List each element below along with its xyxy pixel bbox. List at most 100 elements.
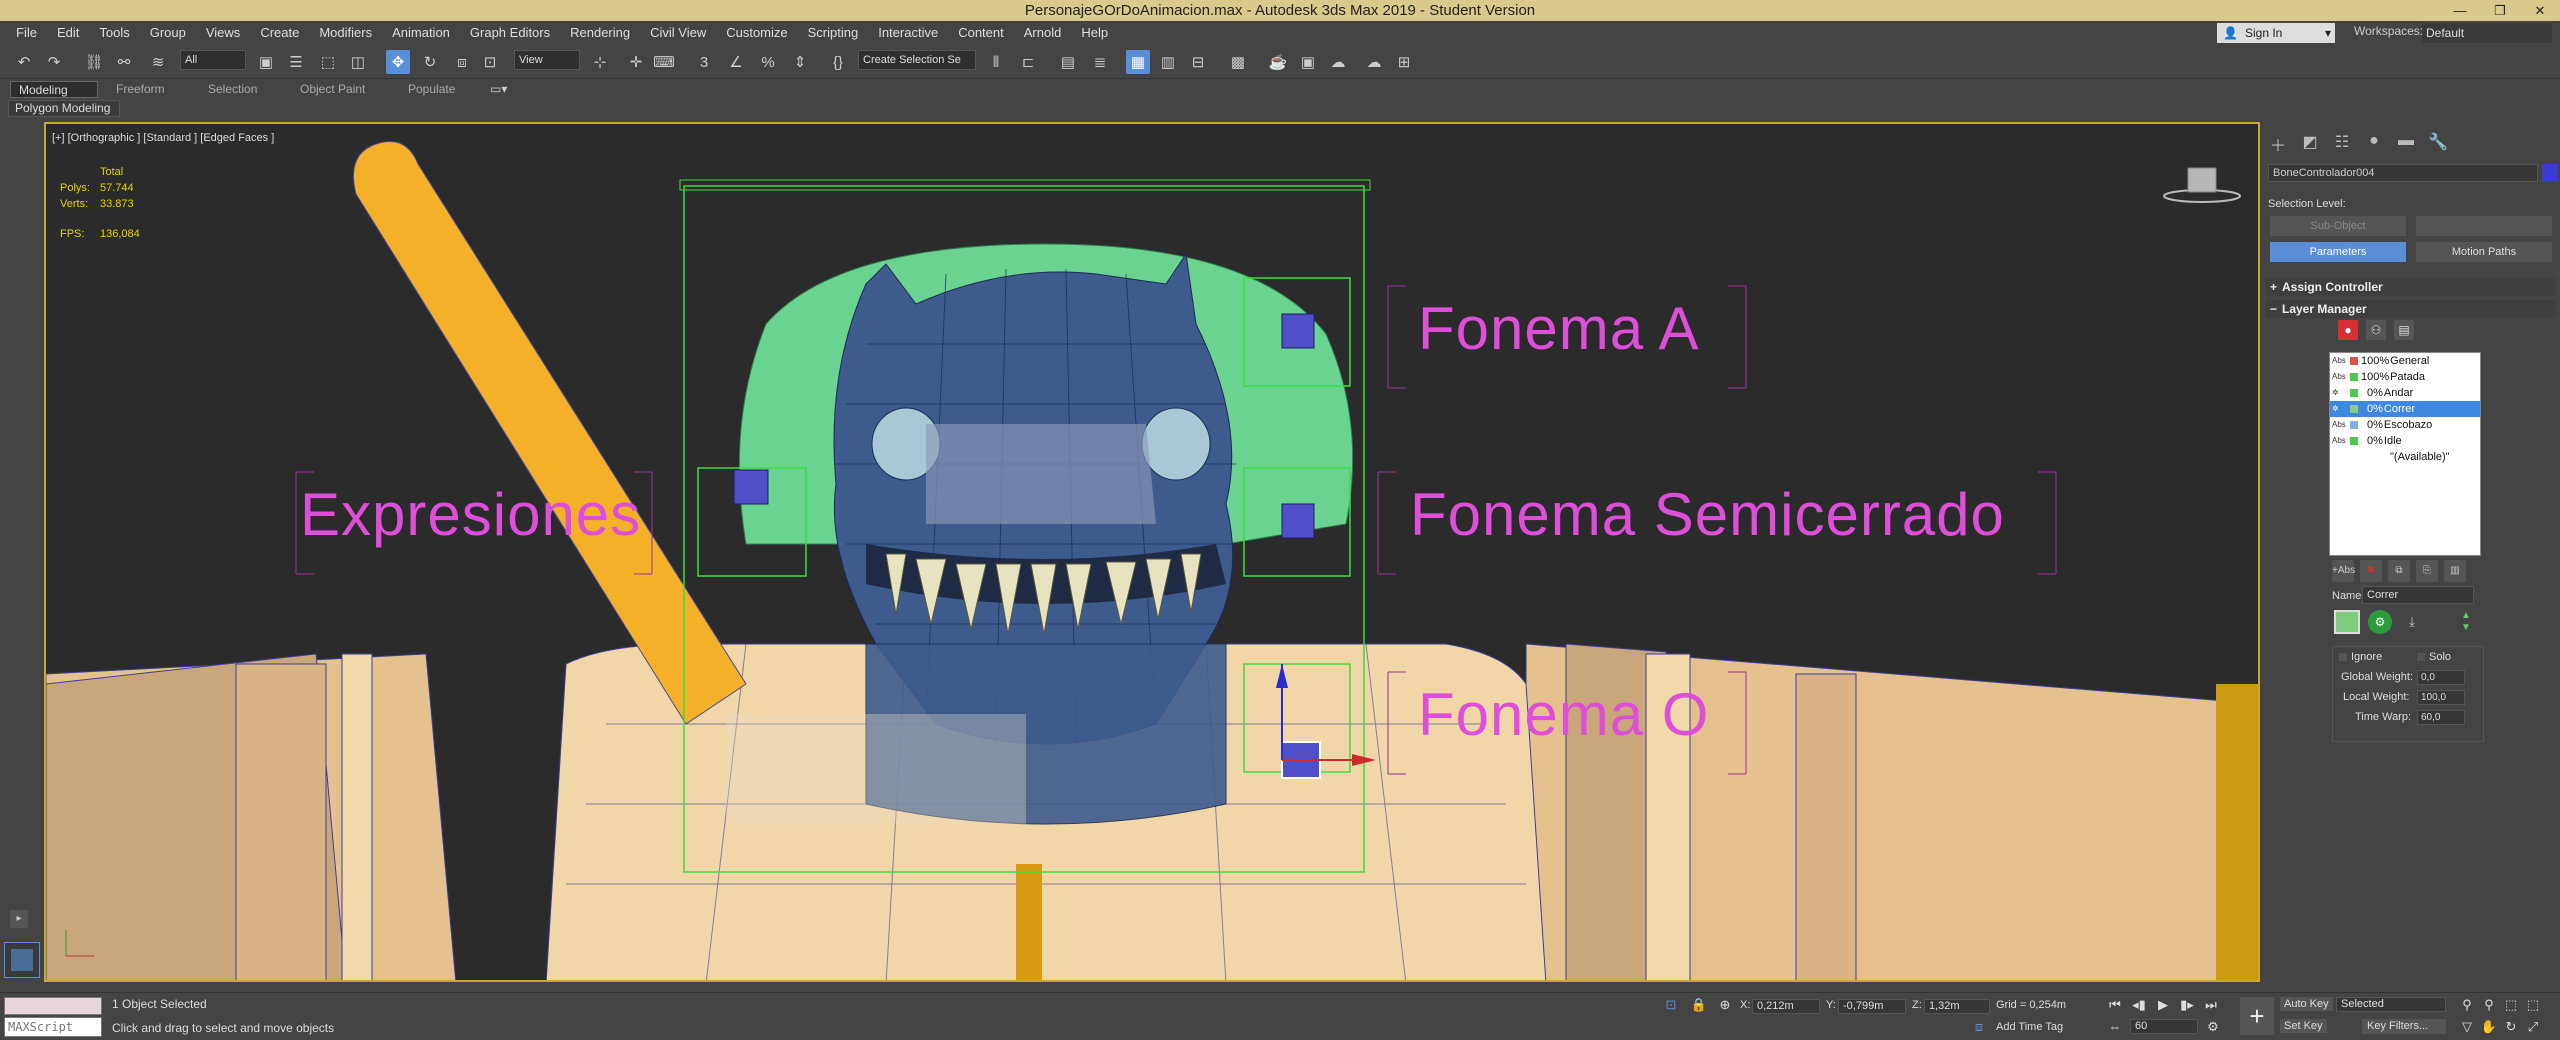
ribbon-options-icon[interactable]: ▭▾ [482, 81, 515, 98]
maxscript-listener-output[interactable] [4, 997, 102, 1015]
scene-explorer-icon[interactable]: ▤ [1056, 50, 1080, 74]
menu-graph-editors[interactable]: Graph Editors [460, 21, 560, 45]
tab-modeling[interactable]: Modeling [10, 81, 98, 98]
snaps-toggle-icon[interactable]: 3 [692, 50, 716, 74]
menu-content[interactable]: Content [948, 21, 1014, 45]
set-key-button[interactable]: Set Key [2280, 1019, 2327, 1033]
menu-file[interactable]: File [6, 21, 47, 45]
render-production-icon[interactable]: ☁ [1326, 50, 1350, 74]
render-iterative-icon[interactable]: ☁ [1362, 50, 1386, 74]
placement-icon[interactable]: ⊡ [478, 50, 502, 74]
select-by-name-icon[interactable]: ☰ [284, 50, 308, 74]
z-coordinate-field[interactable]: 1,32m [1924, 999, 1990, 1014]
layer-row[interactable]: ✲ 0% Andar [2330, 385, 2480, 401]
track-icon[interactable]: ⚙ [2368, 610, 2392, 634]
set-key-big-icon[interactable]: + [2240, 997, 2274, 1035]
anim-layer-toggle-icon[interactable]: ● [2338, 320, 2358, 340]
menu-create[interactable]: Create [250, 21, 309, 45]
zoom-extents-all-icon[interactable]: ⬚ [2524, 997, 2542, 1015]
sign-in-button[interactable]: 👤 Sign In ▾ [2217, 23, 2335, 43]
layer-manager-rollout[interactable]: − Layer Manager [2266, 300, 2556, 318]
menu-rendering[interactable]: Rendering [560, 21, 640, 45]
workspace-select[interactable]: Default [2422, 23, 2552, 43]
undo-icon[interactable]: ↶ [12, 50, 36, 74]
schematic-view-icon[interactable]: ⊟ [1186, 50, 1210, 74]
viewport-label[interactable]: [+] [Orthographic ] [Standard ] [Edged F… [52, 132, 274, 144]
unlink-icon[interactable]: ⚯ [112, 50, 136, 74]
key-mode-icon[interactable]: ⇔ [2106, 1019, 2124, 1037]
load-layer-icon[interactable]: ⤓ [2400, 610, 2424, 634]
maximize-button[interactable]: ❐ [2480, 0, 2520, 21]
select-active-layer-icon[interactable]: ⚇ [2366, 320, 2386, 340]
layer-color-button[interactable] [2334, 610, 2360, 634]
layer-name-input[interactable]: Correr [2362, 586, 2474, 604]
utilities-tab-icon[interactable]: 🔧 [2428, 132, 2448, 152]
add-time-tag[interactable]: Add Time Tag [1996, 1021, 2063, 1033]
edit-named-sets-icon[interactable]: {} [826, 50, 850, 74]
menu-animation[interactable]: Animation [382, 21, 460, 45]
menu-views[interactable]: Views [196, 21, 250, 45]
minimize-button[interactable]: — [2440, 0, 2480, 21]
go-to-start-icon[interactable]: ⏮ [2106, 997, 2124, 1015]
zoom-icon[interactable]: ⚲ [2458, 997, 2476, 1015]
percent-snap-icon[interactable]: % [756, 50, 780, 74]
motion-paths-button[interactable]: Motion Paths [2416, 242, 2552, 262]
layer-row-selected[interactable]: ✲ 0% Correr [2330, 401, 2480, 417]
motion-tab-icon[interactable]: ● [2364, 132, 2384, 152]
time-tag-icon[interactable]: ⧈ [1970, 1019, 1988, 1037]
layer-row[interactable]: Abs 100% Patada [2330, 369, 2480, 385]
keyboard-shortcut-icon[interactable]: ⌨ [652, 50, 676, 74]
redo-icon[interactable]: ↷ [42, 50, 66, 74]
link-icon[interactable]: ⛓ [82, 50, 106, 74]
menu-scripting[interactable]: Scripting [798, 21, 869, 45]
tab-selection[interactable]: Selection [200, 81, 265, 98]
named-selection-set-dropdown[interactable]: Create Selection Se [858, 50, 976, 70]
field-of-view-icon[interactable]: ▽ [2458, 1019, 2476, 1037]
bind-spacewarp-icon[interactable]: ≋ [146, 50, 170, 74]
rect-selection-icon[interactable]: ⬚ [316, 50, 340, 74]
menu-interactive[interactable]: Interactive [868, 21, 948, 45]
layer-explorer-icon[interactable]: ≣ [1088, 50, 1112, 74]
modify-tab-icon[interactable]: ◩ [2300, 132, 2320, 152]
orbit-icon[interactable]: ↻ [2502, 1019, 2520, 1037]
selection-lock-icon[interactable]: 🔒 [1690, 997, 1708, 1015]
sub-object-dropdown[interactable] [2416, 216, 2552, 236]
x-coordinate-field[interactable]: 0,212m [1752, 999, 1820, 1014]
layer-order-arrows-icon[interactable]: ▲ ▼ [2456, 610, 2476, 634]
maximize-viewport-icon[interactable]: ⤢ [2524, 1019, 2542, 1037]
polygon-modeling-panel[interactable]: Polygon Modeling [8, 100, 120, 117]
assign-controller-rollout[interactable]: + Assign Controller [2266, 278, 2556, 296]
current-frame-field[interactable]: 60 [2130, 1019, 2198, 1034]
select-manipulate-icon[interactable]: ✛ [624, 50, 648, 74]
menu-customize[interactable]: Customize [716, 21, 797, 45]
key-filters-button[interactable]: Key Filters... [2362, 1019, 2446, 1034]
key-mode-dropdown[interactable]: Selected [2336, 997, 2446, 1012]
copy-layer-icon[interactable]: ⧉ [2388, 560, 2410, 582]
viewport-layout-icon[interactable] [4, 942, 40, 978]
menu-arnold[interactable]: Arnold [1014, 21, 1072, 45]
expand-arrow-icon[interactable]: ▸ [10, 910, 28, 928]
rendered-frame-window-icon[interactable]: ▣ [1296, 50, 1320, 74]
spinner-snap-icon[interactable]: ⇕ [788, 50, 812, 74]
tab-freeform[interactable]: Freeform [108, 81, 173, 98]
render-in-cloud-icon[interactable]: ⊞ [1392, 50, 1416, 74]
tab-populate[interactable]: Populate [400, 81, 463, 98]
menu-tools[interactable]: Tools [89, 21, 139, 45]
menu-civil-view[interactable]: Civil View [640, 21, 716, 45]
curve-editor-icon[interactable]: ▥ [1156, 50, 1180, 74]
play-icon[interactable]: ▶ [2154, 997, 2172, 1015]
maxscript-mini-listener[interactable]: MAXScript Mi: [4, 1017, 102, 1040]
object-color-swatch[interactable] [2542, 164, 2558, 182]
select-scale-icon[interactable]: ⧈ [450, 50, 474, 74]
auto-key-button[interactable]: Auto Key [2280, 997, 2333, 1011]
display-tab-icon[interactable]: ▬ [2396, 132, 2416, 152]
delete-layer-icon[interactable]: ✖ [2360, 560, 2382, 582]
ignore-checkbox[interactable] [2339, 653, 2347, 661]
object-name-field[interactable]: BoneControlador004 [2268, 164, 2538, 182]
zoom-extents-icon[interactable]: ⬚ [2502, 997, 2520, 1015]
window-crossing-icon[interactable]: ◫ [346, 50, 370, 74]
y-coordinate-field[interactable]: -0,799m [1838, 999, 1906, 1014]
pivot-center-icon[interactable]: ⊹ [588, 50, 612, 74]
time-warp-input[interactable]: 60,0 [2417, 710, 2465, 725]
align-icon[interactable]: ⊏ [1016, 50, 1040, 74]
